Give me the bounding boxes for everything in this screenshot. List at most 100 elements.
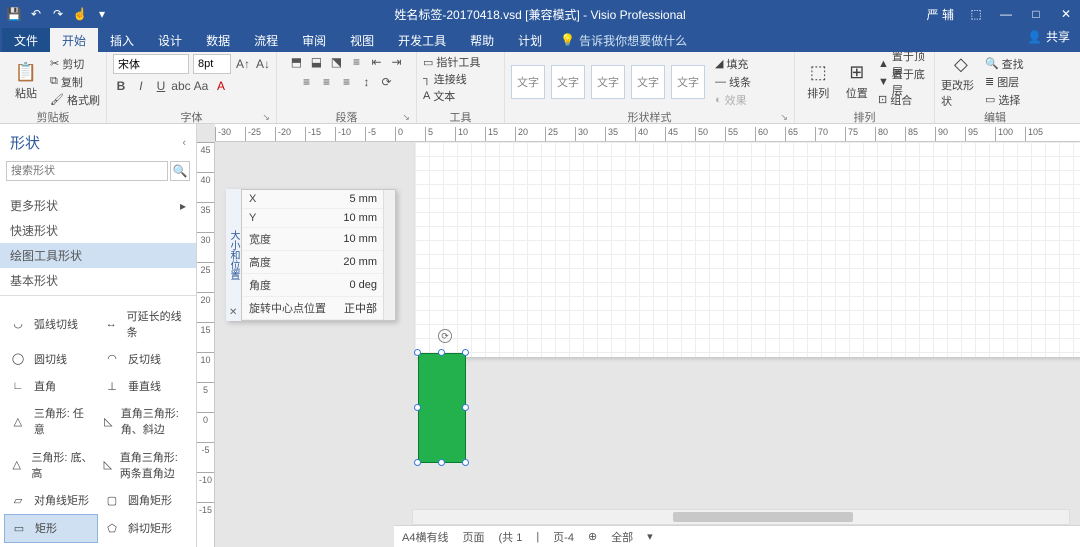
painter-button[interactable]: 🖌格式刷 bbox=[50, 92, 100, 108]
tab-file[interactable]: 文件 bbox=[2, 28, 50, 52]
shape-item[interactable]: △三角形: 底、高 bbox=[4, 443, 98, 486]
status-cur[interactable]: 页-4 bbox=[553, 529, 574, 545]
sizewin-title[interactable]: 大小和位置 bbox=[226, 189, 242, 321]
rotation-handle[interactable]: ⟳ bbox=[438, 329, 452, 343]
tab-design[interactable]: 设计 bbox=[146, 28, 194, 52]
style-item[interactable]: 文字 bbox=[671, 65, 705, 99]
tab-view[interactable]: 视图 bbox=[338, 28, 386, 52]
tab-data[interactable]: 数据 bbox=[194, 28, 242, 52]
drawtool-shapes-button[interactable]: 绘图工具形状 bbox=[0, 243, 196, 268]
group-button[interactable]: ⊡组合 bbox=[878, 92, 928, 108]
connector-tool-button[interactable]: ┐连接线 bbox=[423, 71, 467, 87]
strike-icon[interactable]: abc bbox=[173, 78, 189, 94]
style-item[interactable]: 文字 bbox=[591, 65, 625, 99]
undo-icon[interactable]: ↶ bbox=[28, 6, 44, 22]
sizewin-scrollbar[interactable] bbox=[383, 190, 395, 320]
save-icon[interactable]: 💾 bbox=[6, 6, 22, 22]
tab-review[interactable]: 审阅 bbox=[290, 28, 338, 52]
tell-me-search[interactable]: 💡 告诉我你想要做什么 bbox=[560, 28, 687, 52]
align-mid-icon[interactable]: ⬓ bbox=[308, 54, 324, 70]
font-name-select[interactable] bbox=[113, 54, 189, 74]
resize-handle-nw[interactable] bbox=[414, 349, 421, 356]
touch-icon[interactable]: ☝ bbox=[72, 6, 88, 22]
shape-item[interactable]: ◺直角三角形: 角、斜边 bbox=[98, 400, 192, 443]
send-back-button[interactable]: ▼置于底层 bbox=[878, 74, 928, 90]
size-position-window[interactable]: 大小和位置 X5 mm Y10 mm 宽度10 mm 高度20 mm 角度0 d… bbox=[226, 189, 396, 321]
tab-insert[interactable]: 插入 bbox=[98, 28, 146, 52]
sizewin-val[interactable]: 0 deg bbox=[336, 274, 383, 297]
layer-button[interactable]: ≣图层 bbox=[985, 74, 1024, 90]
sizewin-row[interactable]: X5 mm bbox=[243, 190, 383, 209]
resize-handle-se[interactable] bbox=[462, 459, 469, 466]
add-page-icon[interactable]: ⊕ bbox=[588, 530, 597, 543]
fill-button[interactable]: ◢填充 bbox=[715, 56, 751, 72]
ribbon-options-icon[interactable]: ⬚ bbox=[968, 7, 984, 21]
bullets-icon[interactable]: ≡ bbox=[348, 54, 364, 70]
redo-icon[interactable]: ↷ bbox=[50, 6, 66, 22]
charcase-icon[interactable]: Aa bbox=[193, 78, 209, 94]
sizewin-row[interactable]: 宽度10 mm bbox=[243, 228, 383, 251]
font-color-icon[interactable]: A bbox=[213, 78, 229, 94]
shape-item[interactable]: ◡弧线切线 bbox=[4, 302, 98, 345]
status-page[interactable]: 页面 bbox=[462, 529, 484, 545]
para-launcher-icon[interactable]: ↘ bbox=[402, 112, 410, 123]
maximize-icon[interactable]: □ bbox=[1028, 7, 1044, 21]
collapse-pane-icon[interactable]: ‹ bbox=[182, 137, 186, 149]
text-tool-button[interactable]: A文本 bbox=[423, 88, 455, 104]
style-item[interactable]: 文字 bbox=[631, 65, 665, 99]
styles-launcher-icon[interactable]: ↘ bbox=[780, 112, 788, 123]
align-center-icon[interactable]: ≡ bbox=[318, 74, 334, 90]
font-launcher-icon[interactable]: ↘ bbox=[262, 112, 270, 123]
change-shape-button[interactable]: ◇更改形状 bbox=[941, 55, 981, 109]
bold-icon[interactable]: B bbox=[113, 78, 129, 94]
shape-item[interactable]: △三角形: 任意 bbox=[4, 400, 98, 443]
qat-more-icon[interactable]: ▾ bbox=[94, 6, 110, 22]
tab-process[interactable]: 流程 bbox=[242, 28, 290, 52]
line-button[interactable]: ―线条 bbox=[715, 74, 751, 90]
style-item[interactable]: 文字 bbox=[551, 65, 585, 99]
indent-dec-icon[interactable]: ⇤ bbox=[368, 54, 384, 70]
minimize-icon[interactable]: — bbox=[998, 7, 1014, 21]
user-name[interactable]: 严 辅 bbox=[927, 6, 954, 23]
indent-inc-icon[interactable]: ⇥ bbox=[388, 54, 404, 70]
shapes-search-input[interactable] bbox=[6, 161, 168, 181]
align-right-icon[interactable]: ≡ bbox=[338, 74, 354, 90]
chevron-down-icon[interactable]: ▾ bbox=[647, 530, 653, 543]
shape-item[interactable]: ◯圆切线 bbox=[4, 345, 98, 372]
shape-item[interactable]: ⊥垂直线 bbox=[98, 373, 192, 400]
horizontal-scrollbar[interactable] bbox=[412, 509, 1070, 525]
shape-item[interactable]: ⬠斜切矩形 bbox=[98, 514, 192, 543]
sizewin-val[interactable]: 5 mm bbox=[336, 190, 383, 209]
align-top-icon[interactable]: ⬒ bbox=[288, 54, 304, 70]
effect-button[interactable]: ◐效果 bbox=[715, 92, 751, 108]
cut-button[interactable]: ✂剪切 bbox=[50, 56, 100, 72]
paste-button[interactable]: 📋粘贴 bbox=[6, 55, 46, 109]
tab-home[interactable]: 开始 bbox=[50, 28, 98, 52]
spacing-icon[interactable]: ↕ bbox=[358, 74, 374, 90]
rotate-text-icon[interactable]: ⟳ bbox=[378, 74, 394, 90]
tab-plan[interactable]: 计划 bbox=[506, 28, 554, 52]
sizewin-row[interactable]: 旋转中心点位置正中部 bbox=[243, 297, 383, 320]
position-button[interactable]: ⊞位置 bbox=[839, 55, 874, 109]
sizewin-row[interactable]: 角度0 deg bbox=[243, 274, 383, 297]
sizewin-val[interactable]: 20 mm bbox=[336, 251, 383, 274]
font-size-select[interactable] bbox=[193, 54, 231, 74]
share-button[interactable]: 👤 共享 bbox=[1027, 28, 1070, 45]
shape-item[interactable]: ▢圆角矩形 bbox=[98, 486, 192, 513]
sizewin-val[interactable]: 10 mm bbox=[336, 228, 383, 251]
sizewin-val[interactable]: 10 mm bbox=[336, 209, 383, 228]
quick-shapes-button[interactable]: 快速形状 bbox=[0, 218, 196, 243]
status-width[interactable]: A4横有线 bbox=[402, 529, 448, 545]
shape-item-rectangle[interactable]: ▭矩形 bbox=[4, 514, 98, 543]
resize-handle-sw[interactable] bbox=[414, 459, 421, 466]
underline-icon[interactable]: U bbox=[153, 78, 169, 94]
tab-help[interactable]: 帮助 bbox=[458, 28, 506, 52]
increase-font-icon[interactable]: A↑ bbox=[235, 56, 251, 72]
shapes-search-button[interactable]: 🔍 bbox=[170, 161, 190, 181]
more-shapes-button[interactable]: 更多形状▸ bbox=[0, 193, 196, 218]
shape-item[interactable]: ∟直角 bbox=[4, 373, 98, 400]
basic-shapes-button[interactable]: 基本形状 bbox=[0, 268, 196, 293]
sizewin-val[interactable]: 正中部 bbox=[336, 297, 383, 320]
copy-button[interactable]: ⧉复制 bbox=[50, 74, 100, 90]
tab-devtools[interactable]: 开发工具 bbox=[386, 28, 458, 52]
